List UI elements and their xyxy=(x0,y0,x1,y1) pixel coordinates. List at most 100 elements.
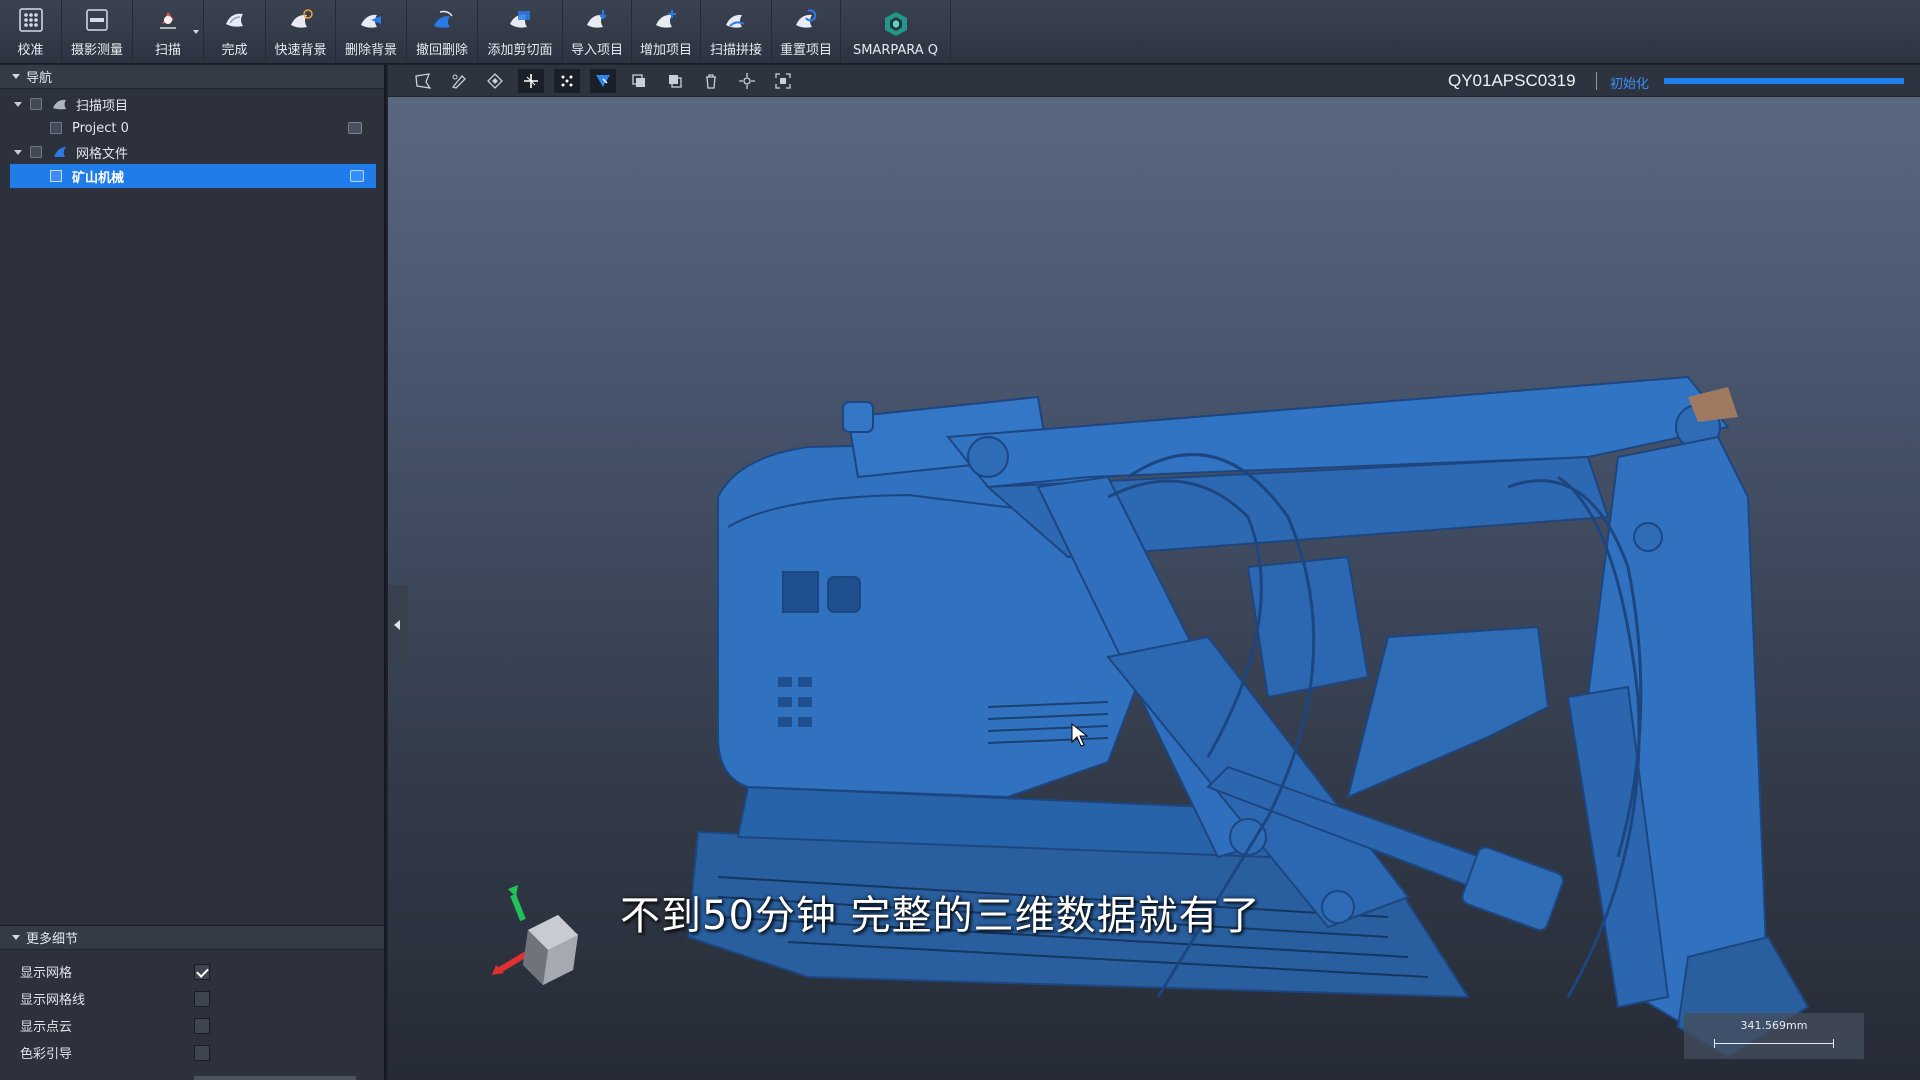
add-clipping-plane-button[interactable]: 添加剪切面 xyxy=(478,0,563,64)
tree-item-mining-machine[interactable]: 矿山机械 xyxy=(10,164,376,188)
3d-viewport[interactable]: QY01APSC0319 初始化 不到50分钟 完整的三维数据就有了 341.5… xyxy=(388,65,1920,1080)
plane-cut-icon[interactable] xyxy=(518,69,544,93)
option-color-guide: 色彩引导 xyxy=(0,1039,384,1066)
polygon-select-icon[interactable] xyxy=(410,69,436,93)
eye-icon[interactable] xyxy=(348,122,362,134)
left-panel: 导航 扫描项目 Project 0 网格文件 矿山机械 更多细节 显示网格 显示… xyxy=(0,65,386,1080)
details-scrollbar[interactable] xyxy=(194,1076,356,1080)
center-icon[interactable] xyxy=(734,69,760,93)
visibility-checkbox[interactable] xyxy=(50,122,62,134)
show-wireframe-checkbox[interactable] xyxy=(194,991,210,1007)
option-label: 色彩引导 xyxy=(20,1047,73,1062)
eraser-icon[interactable] xyxy=(482,69,508,93)
eye-icon[interactable] xyxy=(350,170,364,182)
reset-project-button[interactable]: 重置项目 xyxy=(772,0,841,64)
scan-icon xyxy=(160,12,176,29)
import-project-icon xyxy=(587,10,607,28)
copy-icon[interactable] xyxy=(626,69,652,93)
scan-stitch-label: 扫描拼接 xyxy=(709,43,762,58)
option-label: 显示点云 xyxy=(20,1020,73,1035)
color-guide-checkbox[interactable] xyxy=(194,1045,210,1061)
calibration-button[interactable]: 校准 xyxy=(0,0,62,64)
scan-stitch-button[interactable]: 扫描拼接 xyxy=(701,0,772,64)
mesh-file-icon xyxy=(54,147,66,157)
expand-arrow-icon[interactable] xyxy=(14,149,22,155)
scan-label: 扫描 xyxy=(154,43,181,58)
option-show-point-cloud: 显示点云 xyxy=(0,1012,384,1039)
add-clipping-plane-icon xyxy=(510,11,530,28)
undo-delete-icon xyxy=(434,10,453,28)
tree-item-label: 扫描项目 xyxy=(76,98,129,114)
scan-stitch-icon xyxy=(726,14,745,28)
photogrammetry-button[interactable]: 摄影测量 xyxy=(62,0,133,64)
tree-item-project-0[interactable]: Project 0 xyxy=(0,116,384,140)
collapse-triangle-icon xyxy=(12,935,20,940)
option-show-wireframe: 显示网格线 xyxy=(0,985,384,1012)
add-project-icon xyxy=(656,10,676,28)
undo-delete-button[interactable]: 撤回删除 xyxy=(407,0,478,64)
finish-button[interactable]: 完成 xyxy=(204,0,266,64)
status-text: 初始化 xyxy=(1610,77,1650,92)
visibility-checkbox[interactable] xyxy=(30,98,42,110)
quick-background-button[interactable]: 快速背景 xyxy=(266,0,336,64)
visibility-checkbox[interactable] xyxy=(30,146,42,158)
calibration-grid-icon xyxy=(18,8,43,32)
collapse-triangle-icon xyxy=(12,74,20,79)
reset-project-label: 重置项目 xyxy=(780,43,833,58)
tree-item-label: 矿山机械 xyxy=(72,170,125,186)
smarpara-button[interactable]: SMARPARA Q xyxy=(841,0,951,64)
import-project-button[interactable]: 导入项目 xyxy=(563,0,632,64)
finish-icon xyxy=(225,13,243,27)
video-subtitle: 不到50分钟 完整的三维数据就有了 xyxy=(620,893,1261,939)
show-point-cloud-checkbox[interactable] xyxy=(194,1018,210,1034)
quick-background-icon xyxy=(290,9,313,28)
scale-label: 341.569mm xyxy=(1740,1019,1808,1032)
point-select-icon[interactable] xyxy=(554,69,580,93)
visibility-checkbox[interactable] xyxy=(50,170,62,182)
delete-background-label: 删除背景 xyxy=(344,43,397,58)
delete-icon[interactable] xyxy=(698,69,724,93)
axis-orientation-gizmo[interactable] xyxy=(478,875,608,1005)
details-panel: 更多细节 显示网格 显示网格线 显示点云 色彩引导 xyxy=(0,925,384,1080)
navigation-header[interactable]: 导航 xyxy=(0,65,384,89)
toolbar-divider xyxy=(1596,72,1597,90)
expand-arrow-icon[interactable] xyxy=(14,101,22,107)
photogrammetry-icon xyxy=(86,9,108,31)
brush-select-icon[interactable] xyxy=(446,69,472,93)
finish-label: 完成 xyxy=(221,43,248,58)
tree-item-mesh-files[interactable]: 网格文件 xyxy=(0,140,384,164)
option-show-mesh: 显示网格 xyxy=(0,958,384,985)
photogrammetry-label: 摄影测量 xyxy=(70,43,123,58)
scan-project-icon xyxy=(53,99,66,110)
navigation-tree: 扫描项目 Project 0 网格文件 矿山机械 xyxy=(0,89,384,188)
import-project-label: 导入项目 xyxy=(571,43,624,58)
scan-button[interactable]: 扫描 xyxy=(133,0,204,64)
fit-view-icon[interactable] xyxy=(770,69,796,93)
smarpara-logo-icon xyxy=(884,12,907,36)
delete-background-icon xyxy=(361,14,381,28)
device-id: QY01APSC0319 xyxy=(1448,71,1576,90)
scan-dropdown-arrow-icon[interactable] xyxy=(193,30,199,34)
viewport-toolbar: QY01APSC0319 初始化 xyxy=(388,65,1920,97)
navigation-title: 导航 xyxy=(26,71,53,86)
add-project-label: 增加项目 xyxy=(640,43,693,58)
undo-delete-label: 撤回删除 xyxy=(415,43,468,58)
paste-icon[interactable] xyxy=(662,69,688,93)
add-clipping-plane-label: 添加剪切面 xyxy=(487,43,553,58)
show-mesh-checkbox[interactable] xyxy=(194,964,210,980)
calibration-label: 校准 xyxy=(17,43,44,58)
details-header[interactable]: 更多细节 xyxy=(0,926,384,950)
tree-item-label: 网格文件 xyxy=(76,146,129,162)
reset-project-icon xyxy=(796,9,817,28)
view-select-icon[interactable] xyxy=(590,69,616,93)
main-ribbon: 校准 摄影测量 扫描 完成 快速背景 删除背景 撤回删除 添加剪切面 导入项目 … xyxy=(0,0,1920,64)
progress-fill xyxy=(1664,78,1904,84)
add-project-button[interactable]: 增加项目 xyxy=(632,0,701,64)
init-progress-bar xyxy=(1664,78,1904,84)
tree-item-scan-project[interactable]: 扫描项目 xyxy=(0,92,384,116)
smarpara-label: SMARPARA Q xyxy=(852,43,939,58)
delete-background-button[interactable]: 删除背景 xyxy=(336,0,407,64)
scale-bar: 341.569mm xyxy=(1684,1013,1864,1059)
tree-item-label: Project 0 xyxy=(72,120,129,136)
viewport-tool-icons xyxy=(410,69,806,93)
